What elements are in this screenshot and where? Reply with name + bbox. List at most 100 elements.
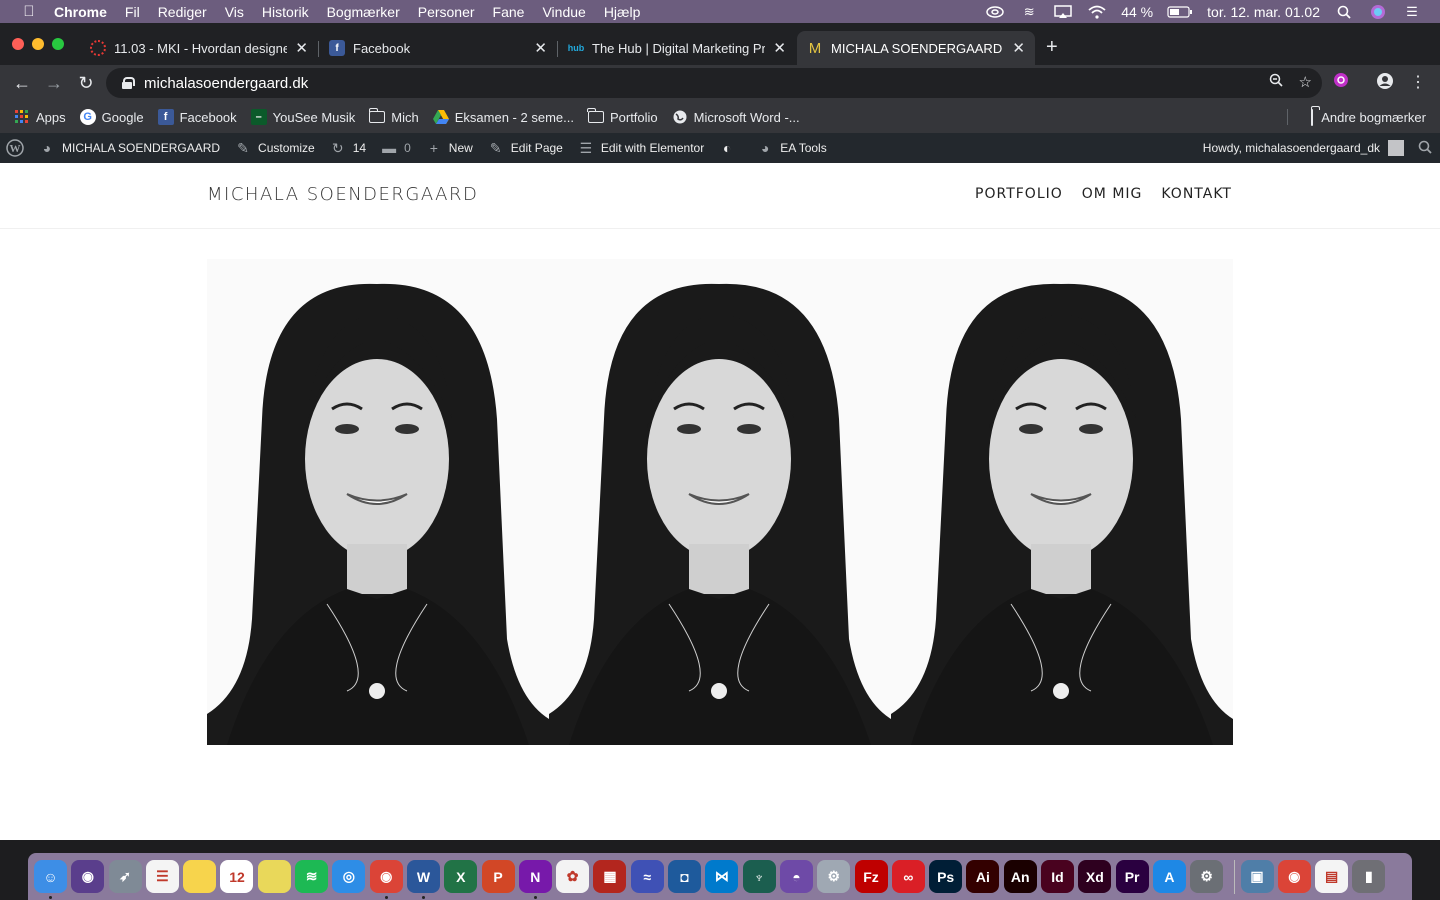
dock-creative-cloud-icon[interactable]: ∞	[891, 860, 925, 893]
tab-the-hub[interactable]: hub The Hub | Digital Marketing Pra ✕	[558, 31, 796, 65]
notification-center-icon[interactable]: ☰	[1402, 4, 1422, 19]
siri-icon[interactable]	[1368, 4, 1388, 19]
wp-theme-icon[interactable]: ◐	[718, 140, 742, 156]
wifi-icon[interactable]	[1087, 5, 1107, 19]
search-icon[interactable]	[1418, 140, 1432, 157]
dock-notes-icon[interactable]	[183, 860, 217, 893]
bookmark-facebook[interactable]: f Facebook	[157, 109, 237, 125]
wp-howdy-user[interactable]: Howdy, michalasoendergaard_dk	[1203, 141, 1380, 155]
dock-indesign-icon[interactable]: Id	[1041, 860, 1075, 893]
zoom-icon[interactable]	[1269, 73, 1283, 91]
address-bar[interactable]: michalasoendergaard.dk ☆	[106, 68, 1322, 98]
wp-edit-page[interactable]: ✎ Edit Page	[487, 140, 563, 157]
dock-word-icon[interactable]: W	[406, 860, 440, 899]
other-bookmarks[interactable]: Andre bogmærker	[1311, 101, 1426, 133]
wp-ea-tools[interactable]: ◕ EA Tools	[756, 140, 827, 156]
wp-customize[interactable]: ✎ Customize	[234, 140, 315, 157]
bookmark-eksamen[interactable]: Eksamen - 2 seme...	[432, 109, 574, 125]
dock-powerpoint-icon[interactable]: P	[481, 860, 515, 893]
lock-icon[interactable]	[122, 77, 135, 89]
dock-stickies-icon[interactable]	[257, 860, 291, 893]
nav-kontakt[interactable]: KONTAKT	[1161, 186, 1232, 202]
zoom-window-button[interactable]	[52, 38, 64, 50]
dock-finder-icon[interactable]: ☺	[34, 860, 67, 899]
dock-reminders-icon[interactable]: ☰	[145, 860, 179, 893]
dock-photoshop-icon[interactable]: Ps	[929, 860, 963, 893]
bookmark-portfolio[interactable]: Portfolio	[587, 108, 658, 125]
dock-chrome-2-icon[interactable]: ◉	[1277, 860, 1311, 893]
apple-icon[interactable]: 	[18, 3, 40, 20]
forward-arrow-icon[interactable]: →	[43, 72, 65, 94]
dock-photo-booth-icon[interactable]: ▦	[593, 860, 627, 893]
address-url[interactable]: michalasoendergaard.dk	[144, 75, 308, 92]
dock-onenote-icon[interactable]: N	[518, 860, 552, 899]
site-title[interactable]: MICHALA SOENDERGAARD	[207, 184, 478, 205]
tab-facebook[interactable]: f Facebook ✕	[319, 31, 557, 65]
wordpress-logo[interactable]: W	[6, 139, 24, 157]
close-tab-icon[interactable]: ✕	[1012, 39, 1025, 57]
dock-launchpad-icon[interactable]: ➶	[108, 860, 142, 893]
new-tab-icon[interactable]: +	[1046, 37, 1058, 57]
dock-system-preferences-icon[interactable]: ⚙	[1190, 860, 1224, 893]
dock-chrome-icon[interactable]: ◉	[369, 860, 403, 899]
airplay-icon[interactable]	[1053, 4, 1073, 19]
menu-historik[interactable]: Historik	[262, 4, 309, 20]
dock-documents-icon[interactable]: ▤	[1315, 860, 1349, 893]
close-tab-icon[interactable]: ✕	[295, 39, 308, 57]
battery-icon[interactable]	[1167, 5, 1193, 19]
dock-app-store-icon[interactable]: A	[1152, 860, 1186, 893]
chrome-menu-icon[interactable]: ⋮	[1407, 72, 1429, 92]
wp-site-name[interactable]: ◕ MICHALA SOENDERGAARD	[38, 140, 220, 156]
wave-icon[interactable]: ≋	[1019, 4, 1039, 19]
dock-illustrator-icon[interactable]: Ai	[966, 860, 1000, 893]
close-tab-icon[interactable]: ✕	[773, 39, 786, 57]
extension-icon[interactable]	[1330, 72, 1352, 93]
nav-om-mig[interactable]: OM MIG	[1082, 186, 1143, 202]
profile-icon[interactable]	[1374, 72, 1396, 95]
dock-excel-icon[interactable]: X	[444, 860, 478, 893]
dock-calendar-icon[interactable]: 12	[220, 860, 254, 893]
dock-trash-icon[interactable]: ▮	[1352, 860, 1386, 893]
menu-bogmaerker[interactable]: Bogmærker	[327, 4, 400, 20]
close-tab-icon[interactable]: ✕	[534, 39, 547, 57]
back-arrow-icon[interactable]: ←	[11, 72, 33, 94]
creative-cloud-icon[interactable]	[985, 5, 1005, 19]
avatar[interactable]	[1388, 140, 1404, 156]
bookmark-microsoft-word[interactable]: Microsoft Word -...	[672, 109, 800, 125]
wp-edit-elementor[interactable]: ☰ Edit with Elementor	[577, 140, 705, 157]
dock-vscode-icon[interactable]: ⋈	[705, 860, 739, 893]
wp-updates[interactable]: ↻ 14	[329, 140, 366, 157]
menu-fil[interactable]: Fil	[125, 4, 140, 20]
bookmark-yousee[interactable]: – YouSee Musik	[250, 109, 355, 125]
menu-rediger[interactable]: Rediger	[158, 4, 207, 20]
bookmark-mich[interactable]: Mich	[368, 108, 419, 125]
menu-vindue[interactable]: Vindue	[542, 4, 585, 20]
wp-comments[interactable]: ▬ 0	[380, 140, 411, 156]
dock-safari-icon[interactable]: ◎	[332, 860, 366, 893]
dock-premiere-icon[interactable]: Pr	[1115, 860, 1149, 893]
reload-icon[interactable]: ↻	[75, 72, 97, 94]
dock-xd-icon[interactable]: Xd	[1078, 860, 1112, 893]
close-window-button[interactable]	[12, 38, 24, 50]
menu-clock[interactable]: tor. 12. mar. 01.02	[1207, 4, 1320, 20]
menu-hjaelp[interactable]: Hjælp	[604, 4, 641, 20]
dock-filezilla-icon[interactable]: Fz	[854, 860, 888, 893]
menu-personer[interactable]: Personer	[418, 4, 475, 20]
minimize-window-button[interactable]	[32, 38, 44, 50]
dock-gitkraken-icon[interactable]: ♆	[742, 860, 776, 893]
menu-fane[interactable]: Fane	[493, 4, 525, 20]
bookmark-star-icon[interactable]: ☆	[1299, 73, 1312, 91]
bookmark-apps[interactable]: Apps	[14, 109, 66, 125]
dock-mixed-in-key-icon[interactable]: ≈	[630, 860, 664, 893]
menu-app-name[interactable]: Chrome	[54, 4, 107, 20]
wp-new[interactable]: + New	[425, 140, 473, 156]
dock-preview-icon[interactable]: ▣	[1240, 860, 1274, 893]
spotlight-search-icon[interactable]	[1334, 5, 1354, 19]
dock-animate-icon[interactable]: An	[1003, 860, 1037, 893]
tab-mki[interactable]: 11.03 - MKI - Hvordan designer ✕	[80, 31, 318, 65]
dock-siri-icon[interactable]: ◉	[71, 860, 105, 893]
dock-photos-icon[interactable]: ✿	[556, 860, 590, 893]
dock-framer-icon[interactable]: ◘	[668, 860, 702, 893]
nav-portfolio[interactable]: PORTFOLIO	[975, 186, 1063, 202]
dock-spotify-icon[interactable]: ≋	[295, 860, 329, 893]
